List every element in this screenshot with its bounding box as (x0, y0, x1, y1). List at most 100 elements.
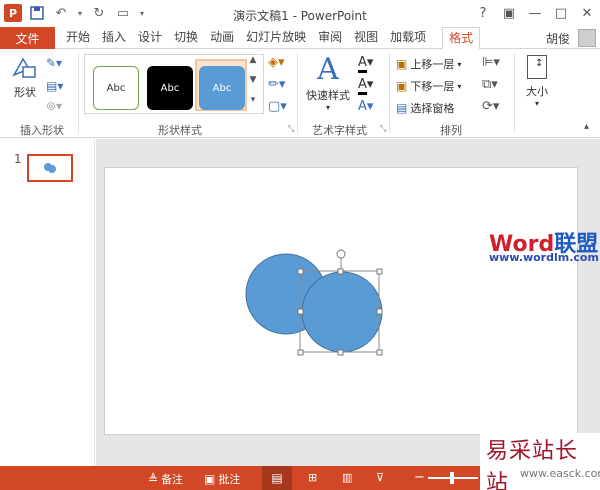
selection-pane-icon: ▤ (396, 101, 408, 115)
title-bar: P ↶ ▾ ↻ ▭ ▾ 演示文稿1 - PowerPoint ? ▣ — □ ✕ (0, 0, 600, 27)
window-controls: ? ▣ — □ ✕ (472, 3, 598, 23)
insert-shapes-group-label: 插入形状 (20, 124, 64, 137)
tab-view[interactable]: 视图 (348, 27, 384, 49)
shapes-icon (12, 57, 36, 78)
shapes-button[interactable]: 形状 (8, 55, 42, 107)
shape-outline-icon[interactable]: ✏▾ (268, 77, 285, 92)
tab-insert[interactable]: 插入 (96, 27, 132, 49)
tab-slideshow[interactable]: 幻灯片放映 (240, 27, 312, 49)
wordart-launcher-icon[interactable]: ⤡ (380, 124, 386, 134)
group-divider (514, 53, 515, 133)
bring-forward-label: 上移一层 (410, 58, 455, 71)
text-box-icon[interactable]: ▤▾ (46, 79, 70, 95)
slide-shapes (245, 249, 383, 356)
zoom-out-icon[interactable]: − (414, 470, 425, 485)
send-backward-label: 下移一层 (410, 80, 455, 93)
ribbon: 形状 ✎▾ ▤▾ ⊚▾ 插入形状 Abc Abc Abc ▲ ▼ ▾ ◈▾ ✏▾… (0, 49, 600, 138)
tab-file[interactable]: 文件 (0, 27, 55, 49)
group-objects-icon[interactable]: ⧉▾ (482, 77, 498, 92)
gallery-scroll-up[interactable]: ▲ (246, 55, 260, 73)
tab-review[interactable]: 审阅 (312, 27, 348, 49)
shape-style-outline[interactable]: Abc (93, 66, 139, 110)
gallery-scroll-down[interactable]: ▼ (246, 75, 260, 93)
maximize-button[interactable]: □ (550, 3, 572, 23)
dropdown-arrow-icon: ▾ (457, 81, 462, 91)
slide-canvas[interactable] (104, 167, 578, 435)
group-divider (297, 53, 298, 133)
wordart-a-icon: A (317, 52, 339, 87)
slide-thumbnail-pane: 1 (0, 139, 95, 466)
notes-label: 备注 (161, 473, 184, 486)
easck-url: www.easck.com (520, 467, 600, 480)
size-label: 大小 (526, 85, 548, 98)
shape-effects-icon[interactable]: ▢▾ (268, 99, 287, 114)
rotate-handle-icon[interactable] (336, 249, 346, 259)
arrange-group-label: 排列 (440, 124, 462, 137)
tab-format[interactable]: 格式 (442, 27, 481, 50)
group-divider (78, 53, 79, 133)
slide-number: 1 (14, 152, 22, 166)
selection-pane-label: 选择窗格 (410, 102, 455, 115)
easck-watermark: 易采站长站 www.easck.com (480, 433, 600, 490)
text-outline-icon[interactable]: A▾ (358, 77, 373, 95)
send-backward-icon: ▣ (396, 79, 408, 93)
shape-fill-icon[interactable]: ◈▾ (268, 55, 285, 70)
shape-styles-group-label: 形状样式 (158, 124, 202, 137)
tab-list: 开始 插入 设计 切换 动画 幻灯片放映 审阅 视图 加载项 格式 (60, 27, 481, 50)
slide-thumbnail[interactable] (27, 154, 73, 182)
powerpoint-window: P ↶ ▾ ↻ ▭ ▾ 演示文稿1 - PowerPoint ? ▣ — □ ✕… (0, 0, 600, 490)
quick-styles-arrow-icon: ▾ (325, 103, 330, 112)
collapse-ribbon-icon[interactable]: ▴ (584, 121, 589, 132)
user-name[interactable]: 胡俊 (546, 30, 570, 47)
notes-icon: ≜ (148, 472, 159, 486)
notes-button[interactable]: ≜ 备注 (148, 471, 183, 487)
comment-icon: ▣ (204, 472, 216, 486)
gallery-expand[interactable]: ▾ (246, 95, 260, 113)
shape-styles-launcher-icon[interactable]: ⤡ (288, 124, 294, 134)
tab-transitions[interactable]: 切换 (168, 27, 204, 49)
bring-forward-button[interactable]: ▣ 上移一层 ▾ (396, 56, 461, 72)
slide-sorter-icon[interactable]: ⊞ (308, 471, 317, 484)
comments-button[interactable]: ▣ 批注 (204, 471, 240, 487)
size-arrow-icon: ▾ (534, 99, 539, 108)
tab-animations[interactable]: 动画 (204, 27, 240, 49)
ribbon-display-icon[interactable]: ▣ (498, 3, 520, 23)
size-icon: ↕ (527, 55, 547, 79)
quick-styles-button[interactable]: A 快速样式 ▾ (304, 53, 352, 113)
word-logo-url: www.wordlm.com (489, 251, 599, 264)
slide-editing-area (96, 139, 600, 466)
reading-view-icon[interactable]: ▥ (342, 471, 352, 484)
easck-logo-text: 易采站长站 (486, 439, 579, 490)
tab-design[interactable]: 设计 (132, 27, 168, 49)
ribbon-tabs: 文件 开始 插入 设计 切换 动画 幻灯片放映 审阅 视图 加载项 格式 胡俊 (0, 27, 600, 50)
selection-pane-button[interactable]: ▤ 选择窗格 (396, 100, 454, 116)
shape-style-black[interactable]: Abc (147, 66, 193, 110)
close-button[interactable]: ✕ (576, 3, 598, 23)
merge-shapes-icon[interactable]: ⊚▾ (46, 99, 70, 115)
group-divider (389, 53, 390, 133)
size-button[interactable]: ↕ 大小 ▾ (520, 55, 554, 113)
align-icon[interactable]: ⊫▾ (482, 55, 500, 70)
help-button[interactable]: ? (472, 3, 494, 23)
shapes-label: 形状 (14, 86, 36, 99)
quick-styles-label: 快速样式 (306, 89, 350, 102)
shape-style-blue[interactable]: Abc (199, 66, 245, 110)
wordart-group-label: 艺术字样式 (312, 124, 367, 137)
avatar[interactable] (578, 29, 596, 47)
tab-addins[interactable]: 加载项 (384, 27, 432, 49)
rotate-icon[interactable]: ⟳▾ (482, 99, 499, 114)
tab-home[interactable]: 开始 (60, 27, 96, 49)
circle-shape-selected[interactable] (301, 271, 383, 353)
minimize-button[interactable]: — (524, 3, 546, 23)
shape-styles-gallery: Abc Abc Abc (84, 54, 264, 114)
send-backward-button[interactable]: ▣ 下移一层 ▾ (396, 78, 461, 94)
bring-forward-icon: ▣ (396, 57, 408, 71)
zoom-slider-thumb[interactable] (450, 472, 454, 484)
dropdown-arrow-icon: ▾ (457, 59, 462, 69)
text-effects-icon[interactable]: A▾ (358, 99, 373, 114)
normal-view-icon[interactable]: ▤ (262, 466, 292, 490)
text-fill-icon[interactable]: A▾ (358, 55, 373, 73)
edit-shape-icon[interactable]: ✎▾ (46, 56, 70, 72)
comments-label: 批注 (218, 473, 241, 486)
slideshow-view-icon[interactable]: ⊽ (376, 471, 384, 484)
